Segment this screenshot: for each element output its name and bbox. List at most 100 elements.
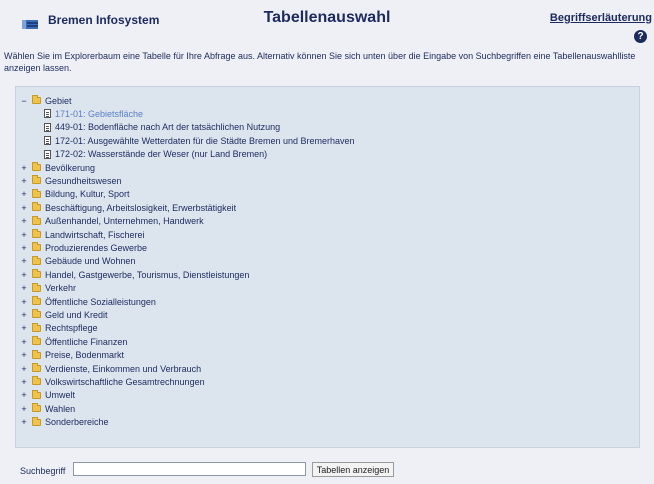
table-label[interactable]: 172-02: Wasserstände der Weser (nur Land… [55,149,267,159]
folder-icon [32,349,41,359]
show-tables-button[interactable]: Tabellen anzeigen [312,462,394,477]
table-label[interactable]: 171-01: Gebietsfläche [55,109,143,119]
tree-folder-row[interactable]: + Verdienste, Einkommen und Verbrauch [20,362,201,375]
tree-folder-row[interactable]: + Verkehr [20,282,76,295]
tree-table-row[interactable]: 172-01: Ausgewählte Wetterdaten für die … [44,134,355,147]
expand-icon[interactable]: + [20,377,28,387]
folder-label[interactable]: Verkehr [45,283,76,293]
expand-icon[interactable]: + [20,337,28,347]
folder-label[interactable]: Öffentliche Sozialleistungen [45,297,156,307]
search-input[interactable] [73,462,306,476]
folder-icon [32,229,41,238]
tree-folder-row[interactable]: − Gebiet [20,94,72,107]
tree-folder-row[interactable]: + Sonderbereiche [20,416,109,429]
folder-label[interactable]: Geld und Kredit [45,310,108,320]
expand-icon[interactable]: + [20,176,28,186]
tree-folder-row[interactable]: + Gesundheitswesen [20,174,122,187]
expand-icon[interactable]: + [20,323,28,333]
tree-folder-row[interactable]: + Umwelt [20,389,75,402]
folder-label[interactable]: Beschäftigung, Arbeitslosigkeit, Erwerbs… [45,203,236,213]
expand-icon[interactable]: + [20,243,28,253]
table-label[interactable]: 449-01: Bodenfläche nach Art der tatsäch… [55,122,280,132]
folder-label[interactable]: Sonderbereiche [45,417,109,427]
collapse-icon[interactable]: − [20,96,28,106]
expand-icon[interactable]: + [20,297,28,307]
expand-icon[interactable]: + [20,283,28,293]
folder-icon [32,389,41,399]
tree-folder-row[interactable]: + Handel, Gastgewerbe, Tourismus, Dienstl… [20,268,249,281]
folder-label[interactable]: Öffentliche Finanzen [45,337,127,347]
folder-icon [32,376,41,386]
folder-label[interactable]: Bildung, Kultur, Sport [45,189,130,199]
folder-icon [32,95,41,104]
folder-icon [32,282,41,292]
table-document-icon [44,136,51,146]
help-icon[interactable]: ? [634,30,647,43]
glossary-link[interactable]: Begriffserläuterung [550,12,652,24]
folder-label[interactable]: Verdienste, Einkommen und Verbrauch [45,364,201,374]
folder-label[interactable]: Außenhandel, Unternehmen, Handwerk [45,216,204,226]
tree-folder-row[interactable]: + Wahlen [20,402,75,415]
folder-icon [32,162,41,171]
expand-icon[interactable]: + [20,216,28,226]
expand-icon[interactable]: + [20,163,28,173]
table-document-icon [44,109,51,119]
expand-icon[interactable]: + [20,256,28,266]
tree-folder-row[interactable]: + Rechtspflege [20,322,98,335]
folder-label[interactable]: Landwirtschaft, Fischerei [45,230,145,240]
tree-folder-row[interactable]: + Außenhandel, Unternehmen, Handwerk [20,215,204,228]
tree-folder-row[interactable]: + Geld und Kredit [20,308,108,321]
tree-folder-row[interactable]: + Beschäftigung, Arbeitslosigkeit, Erwerb… [20,201,236,214]
expand-icon[interactable]: + [20,404,28,414]
folder-icon [32,202,41,212]
explorer-tree: − Gebiet 171-01: Gebietsfläche 449-01: Bode… [15,86,640,448]
tree-folder-row[interactable]: + Öffentliche Finanzen [20,335,127,348]
folder-icon [32,336,41,346]
expand-icon[interactable]: + [20,364,28,374]
expand-icon[interactable]: + [20,230,28,240]
header: Bremen Infosystem Tabellenauswahl Begrif… [0,0,654,46]
expand-icon[interactable]: + [20,417,28,427]
expand-icon[interactable]: + [20,350,28,360]
folder-icon [32,403,41,413]
folder-icon [32,416,41,426]
folder-label[interactable]: Rechtspflege [45,323,98,333]
folder-icon [32,296,41,305]
tree-table-row[interactable]: 171-01: Gebietsfläche [44,107,143,120]
tree-table-row[interactable]: 172-02: Wasserstände der Weser (nur Land… [44,148,267,161]
folder-label[interactable]: Gebiet [45,96,72,106]
tree-folder-row[interactable]: + Landwirtschaft, Fischerei [20,228,145,241]
tree-folder-row[interactable]: + Produzierendes Gewerbe [20,241,147,254]
folder-label[interactable]: Produzierendes Gewerbe [45,243,147,253]
folder-label[interactable]: Umwelt [45,390,75,400]
search-label: Suchbegriff [20,466,66,476]
folder-icon [32,363,41,372]
expand-icon[interactable]: + [20,310,28,320]
folder-label[interactable]: Gesundheitswesen [45,176,122,186]
tree-folder-row[interactable]: + Volkswirtschaftliche Gesamtrechnungen [20,375,205,388]
table-document-icon [44,149,51,159]
folder-icon [32,322,41,332]
expand-icon[interactable]: + [20,270,28,280]
table-document-icon [44,122,51,132]
folder-label[interactable]: Handel, Gastgewerbe, Tourismus, Dienstle… [45,270,249,280]
folder-label[interactable]: Preise, Bodenmarkt [45,350,124,360]
tree-folder-row[interactable]: + Öffentliche Sozialleistungen [20,295,156,308]
expand-icon[interactable]: + [20,203,28,213]
folder-icon [32,242,41,252]
tree-folder-row[interactable]: + Bildung, Kultur, Sport [20,188,130,201]
folder-label[interactable]: Volkswirtschaftliche Gesamtrechnungen [45,377,205,387]
table-label[interactable]: 172-01: Ausgewählte Wetterdaten für die … [55,136,355,146]
expand-icon[interactable]: + [20,390,28,400]
expand-icon[interactable]: + [20,189,28,199]
folder-label[interactable]: Bevölkerung [45,163,95,173]
tree-folder-row[interactable]: + Gebäude und Wohnen [20,255,135,268]
folder-label[interactable]: Wahlen [45,404,75,414]
folder-icon [32,269,41,279]
intro-text: Wählen Sie im Explorerbaum eine Tabelle … [4,51,636,73]
folder-icon [32,309,41,319]
folder-label[interactable]: Gebäude und Wohnen [45,256,135,266]
tree-folder-row[interactable]: + Preise, Bodenmarkt [20,349,124,362]
tree-table-row[interactable]: 449-01: Bodenfläche nach Art der tatsäch… [44,121,280,134]
tree-folder-row[interactable]: + Bevölkerung [20,161,95,174]
